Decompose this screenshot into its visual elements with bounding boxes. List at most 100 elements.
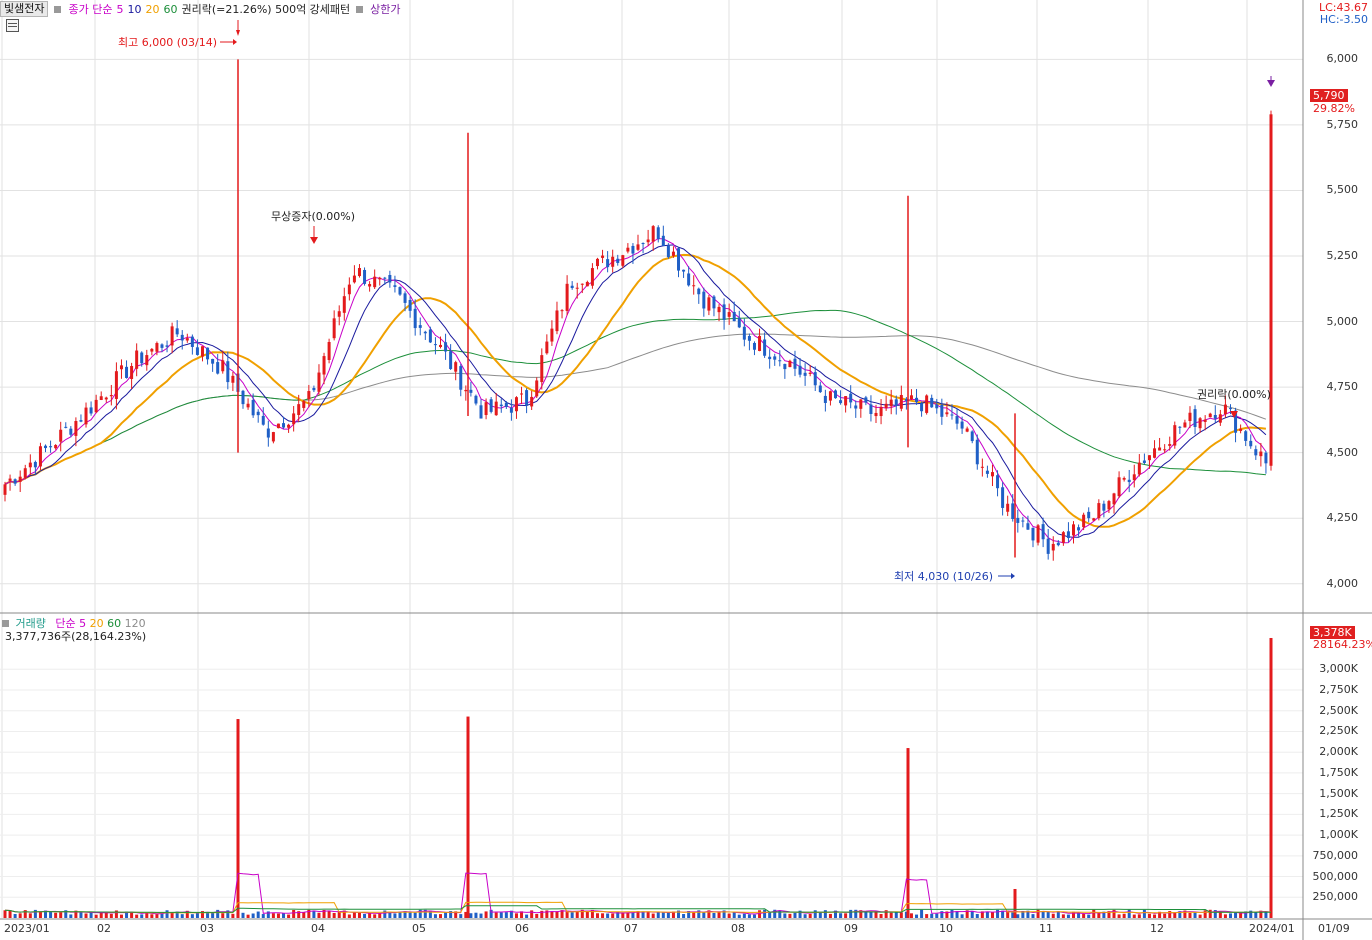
candle-body bbox=[813, 372, 817, 386]
volume-bar bbox=[271, 913, 275, 918]
candle-body bbox=[545, 341, 549, 354]
candle-body bbox=[990, 472, 994, 477]
volume-bar bbox=[109, 913, 113, 918]
ma60-period[interactable]: 60 bbox=[163, 3, 177, 16]
current-change-pct: 29.82% bbox=[1313, 102, 1355, 115]
candle-body bbox=[985, 470, 989, 474]
volume-bar bbox=[606, 913, 610, 918]
volume-bar bbox=[996, 909, 1000, 918]
candle-body bbox=[292, 413, 296, 425]
volume-bar bbox=[1142, 909, 1146, 918]
candle-body bbox=[758, 335, 762, 352]
stock-chart[interactable] bbox=[0, 0, 1372, 940]
stock-name[interactable]: 빛샘전자 bbox=[0, 1, 49, 17]
candle-body bbox=[1006, 503, 1010, 512]
candle-body bbox=[707, 297, 711, 311]
candle-body bbox=[185, 338, 189, 341]
candle-body bbox=[1077, 527, 1081, 531]
price-axis-tick: 6,000 bbox=[1326, 52, 1359, 66]
volume-bar bbox=[231, 913, 235, 918]
candle-body bbox=[69, 428, 73, 435]
ma10-period[interactable]: 10 bbox=[127, 3, 141, 16]
candle-body bbox=[418, 325, 422, 328]
volume-bar bbox=[514, 913, 518, 918]
volume-bar bbox=[783, 913, 787, 918]
table-icon[interactable] bbox=[6, 19, 19, 32]
volume-bar bbox=[666, 912, 670, 918]
candle-body bbox=[499, 404, 503, 407]
volume-bar bbox=[828, 913, 832, 918]
volume-ma-label[interactable]: 단순 bbox=[55, 617, 75, 630]
volume-bar bbox=[1082, 913, 1086, 918]
candle-body bbox=[854, 405, 858, 409]
candle-body bbox=[64, 426, 68, 428]
candle-body bbox=[363, 269, 367, 284]
candle-body bbox=[859, 399, 863, 409]
vma5-period[interactable]: 5 bbox=[79, 617, 86, 630]
volume-bar bbox=[692, 912, 696, 918]
candle-body bbox=[555, 310, 559, 332]
volume-axis-tick: 2,750K bbox=[1319, 683, 1358, 697]
volume-label[interactable]: 거래량 bbox=[16, 617, 46, 630]
price-axis-tick: 4,750 bbox=[1326, 380, 1359, 394]
volume-bar bbox=[732, 912, 736, 918]
candle-body bbox=[783, 363, 787, 370]
ma5-period[interactable]: 5 bbox=[116, 3, 123, 16]
volume-bar bbox=[595, 913, 599, 918]
candle-body bbox=[464, 389, 468, 392]
volume-bar bbox=[140, 914, 144, 918]
volume-bar bbox=[54, 912, 58, 918]
candle-body bbox=[307, 391, 311, 400]
candle-body bbox=[368, 284, 372, 287]
vma60-period[interactable]: 60 bbox=[107, 617, 121, 630]
candle-body bbox=[170, 326, 174, 346]
candle-body bbox=[54, 445, 58, 449]
candle-body bbox=[469, 389, 473, 393]
volume-bar bbox=[94, 914, 98, 918]
candle-body bbox=[747, 335, 751, 341]
candle-body bbox=[231, 375, 235, 383]
candle-body bbox=[818, 385, 822, 393]
candle-body bbox=[874, 412, 878, 417]
price-axis-tick: 5,000 bbox=[1326, 314, 1359, 328]
candle-body bbox=[687, 273, 691, 286]
candle-body bbox=[641, 243, 645, 245]
candle-body bbox=[955, 416, 959, 424]
candle-body bbox=[727, 312, 731, 317]
candle-body bbox=[920, 403, 924, 412]
candle-body bbox=[823, 395, 827, 403]
candle-body bbox=[889, 399, 893, 407]
vma120-period[interactable]: 120 bbox=[125, 617, 146, 630]
candle-body bbox=[930, 397, 934, 408]
candle-body bbox=[94, 399, 98, 413]
volume-bar bbox=[393, 913, 397, 918]
legend-swatch-icon bbox=[54, 5, 62, 13]
candle-body bbox=[150, 348, 154, 352]
candle-body bbox=[190, 336, 194, 347]
candle-body bbox=[413, 308, 417, 329]
limit-up-label[interactable]: 상한가 bbox=[370, 1, 400, 17]
volume-bar bbox=[1264, 912, 1268, 918]
candle-body bbox=[803, 372, 807, 376]
volume-bar bbox=[823, 910, 827, 918]
volume-bar bbox=[1041, 911, 1045, 918]
volume-bar bbox=[474, 912, 478, 918]
ma-label[interactable]: 종가 단순 bbox=[68, 1, 112, 17]
volume-bar bbox=[18, 913, 22, 918]
volume-bar bbox=[1036, 909, 1040, 918]
candle-body bbox=[909, 395, 913, 400]
ma20-period[interactable]: 20 bbox=[145, 3, 159, 16]
candle-body bbox=[808, 372, 812, 374]
candle-body bbox=[732, 311, 736, 322]
pattern-overlay-label[interactable]: 권리락(=21.26%) 500억 강세패턴 bbox=[181, 1, 350, 17]
candle-body bbox=[1188, 412, 1192, 421]
candle-body bbox=[945, 412, 949, 415]
volume-bar bbox=[1016, 914, 1020, 918]
candle-body bbox=[560, 310, 564, 312]
candle-body bbox=[155, 343, 159, 352]
vma20-period[interactable]: 20 bbox=[90, 617, 104, 630]
candle-body bbox=[449, 351, 453, 369]
candle-body bbox=[965, 428, 969, 432]
time-axis-tick: 11 bbox=[1039, 922, 1053, 935]
candle-body bbox=[383, 277, 387, 279]
